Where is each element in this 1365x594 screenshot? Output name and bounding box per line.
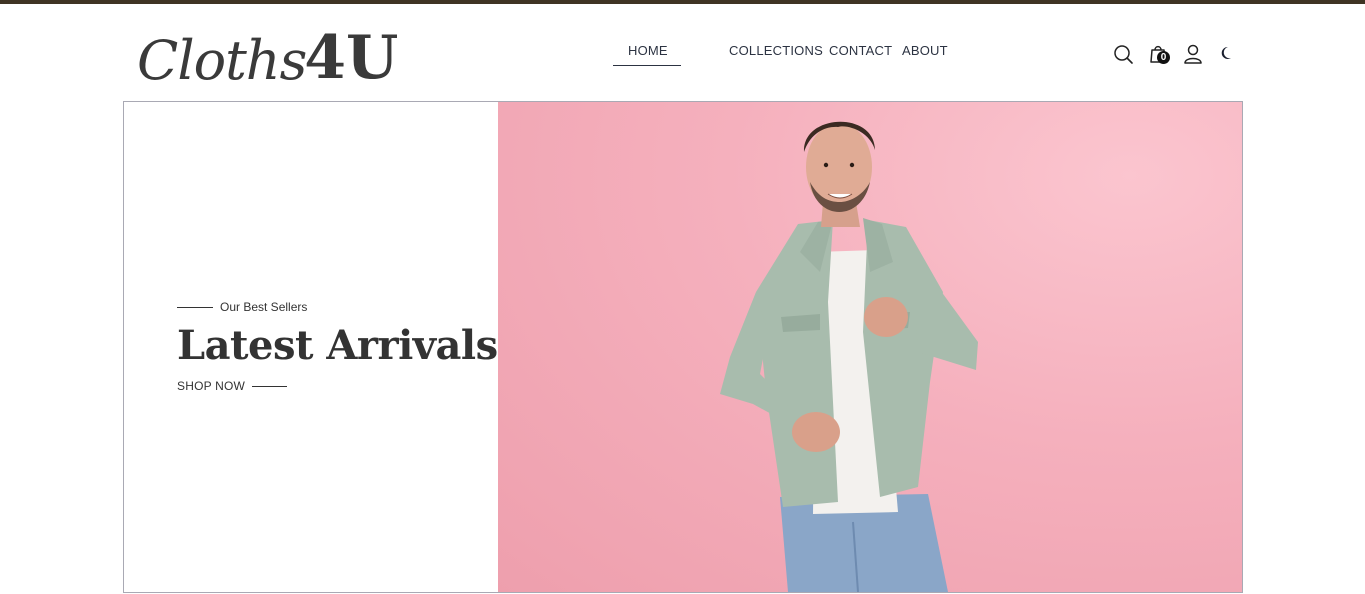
hero-title: Latest Arrivals	[177, 322, 498, 369]
hero-subtitle-row: Our Best Sellers	[177, 300, 307, 314]
hero-subtitle: Our Best Sellers	[220, 300, 308, 314]
brand-logo[interactable]: Cloths 4U	[137, 12, 398, 88]
nav-link-contact[interactable]: CONTACT	[829, 43, 892, 58]
nav-link-collections[interactable]: COLLECTIONS	[729, 43, 823, 58]
logo-script-text: Cloths	[137, 29, 307, 92]
hero-text-panel: Our Best Sellers Latest Arrivals SHOP NO…	[124, 102, 498, 592]
top-accent-bar	[0, 0, 1365, 4]
cart-count-badge: 0	[1157, 51, 1170, 64]
moon-icon[interactable]	[1216, 43, 1238, 65]
user-icon[interactable]	[1182, 43, 1204, 65]
nav-active-underline	[613, 65, 681, 66]
subtitle-divider-line	[177, 306, 213, 308]
search-icon[interactable]	[1112, 43, 1134, 65]
shop-now-label: SHOP NOW	[177, 379, 246, 393]
nav-link-home[interactable]: HOME	[628, 43, 668, 58]
shop-now-line	[252, 385, 288, 387]
hero-image	[498, 102, 1242, 592]
nav-link-about[interactable]: ABOUT	[902, 43, 948, 58]
shop-now-link[interactable]: SHOP NOW	[177, 379, 288, 393]
logo-bold-text: 4U	[304, 23, 399, 93]
shopping-bag-icon[interactable]: 0	[1148, 43, 1170, 65]
hero-banner: Our Best Sellers Latest Arrivals SHOP NO…	[123, 101, 1243, 593]
